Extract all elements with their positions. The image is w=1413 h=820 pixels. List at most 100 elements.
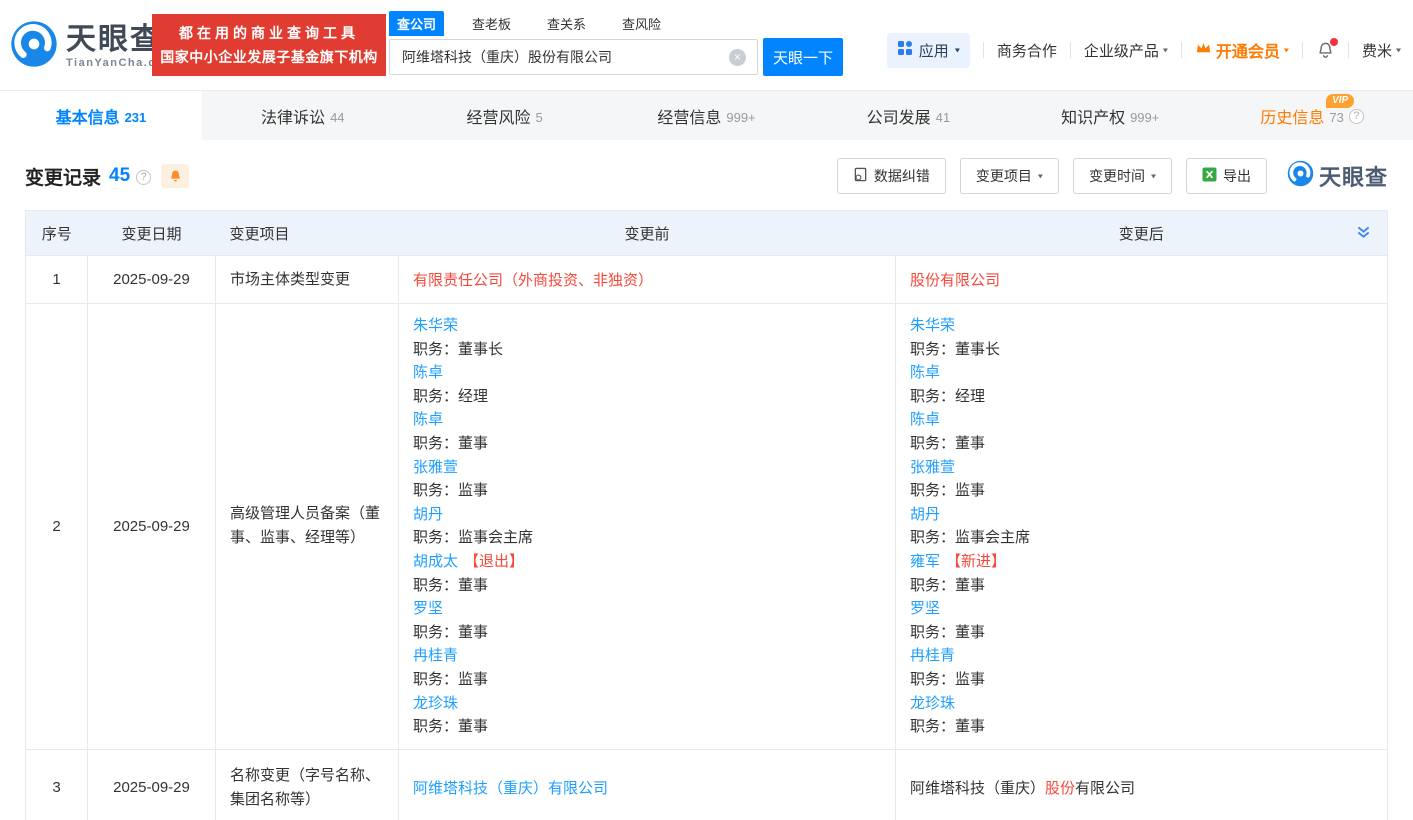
search-input[interactable] xyxy=(389,39,758,75)
nav-open-vip[interactable]: 开通会员 ▾ xyxy=(1195,38,1289,62)
person-role: 职务：董事 xyxy=(413,434,489,452)
tab-count: 41 xyxy=(935,109,951,125)
top-nav: 应用 ▾ 商务合作 企业级产品 ▾ 开通会员 ▾ 费米 ▾ xyxy=(886,32,1401,68)
tab-basic-info[interactable]: 基本信息 231 xyxy=(0,91,202,140)
person-role: 职务：监事会主席 xyxy=(910,529,1031,547)
search-tab-relation[interactable]: 查关系 xyxy=(539,11,594,36)
person-link[interactable]: 雍军 xyxy=(910,553,940,570)
person-link[interactable]: 朱华荣 xyxy=(910,317,955,334)
change-item-filter-button[interactable]: 变更项目 ▾ xyxy=(959,158,1059,194)
person-role: 职务：董事长 xyxy=(413,340,504,358)
crown-icon xyxy=(1195,40,1212,60)
data-correction-button[interactable]: 数据纠错 xyxy=(836,158,946,194)
tab-count: 999+ xyxy=(1130,109,1160,125)
person-role: 职务：董事 xyxy=(413,623,489,641)
tab-company-development[interactable]: 公司发展 41 xyxy=(807,91,1009,140)
person-role: 职务：监事 xyxy=(910,670,986,688)
change-text: 阿维塔科技（重庆） xyxy=(910,780,1046,798)
tianyancha-logo[interactable]: 天眼查 TianYanCha.com xyxy=(10,20,175,73)
person-link[interactable]: 龙珍珠 xyxy=(910,695,955,712)
table-header-row: 序号 变更日期 变更项目 变更前 变更后 xyxy=(25,210,1388,256)
change-time-label: 变更时间 xyxy=(1088,168,1145,184)
chevron-down-icon: ▾ xyxy=(1150,171,1156,181)
search-tab-company[interactable]: 查公司 xyxy=(389,11,445,36)
company-link[interactable]: 阿维塔科技（重庆）有限公司 xyxy=(413,780,608,797)
change-tag: 【新进】 xyxy=(946,552,1007,570)
change-after-cell: 股份有限公司 xyxy=(895,255,1388,304)
person-link[interactable]: 朱华荣 xyxy=(413,317,458,334)
row-number: 3 xyxy=(25,748,88,820)
apps-menu[interactable]: 应用 ▾ xyxy=(886,32,970,68)
slogan-banner: 都在用的商业查询工具 国家中小企业发展子基金旗下机构 xyxy=(152,14,386,76)
tab-label: 经营风险 xyxy=(466,109,531,127)
col-header-after: 变更后 xyxy=(895,210,1388,256)
table-row: 3 2025-09-29 名称变更（字号名称、集团名称等） 阿维塔科技（重庆）有限公司… xyxy=(25,748,1388,820)
tab-label: 基本信息 xyxy=(55,109,120,127)
change-after-cell: 阿维塔科技（重庆）股份有限公司 xyxy=(895,748,1388,820)
monitor-bell-button[interactable] xyxy=(161,164,190,188)
apps-grid-icon xyxy=(897,40,913,60)
person-link[interactable]: 冉桂青 xyxy=(910,647,955,664)
change-text: 有限责任公司（外商投资、非独资） xyxy=(413,272,654,289)
row-number: 1 xyxy=(25,255,88,304)
data-correction-label: 数据纠错 xyxy=(873,168,930,184)
person-link[interactable]: 罗坚 xyxy=(413,600,443,617)
person-link[interactable]: 张雅萱 xyxy=(413,459,458,476)
section-count: 45 xyxy=(109,165,131,186)
clear-input-icon[interactable]: × xyxy=(729,48,746,66)
search-tab-boss[interactable]: 查老板 xyxy=(464,11,519,36)
person-link[interactable]: 罗坚 xyxy=(910,600,940,617)
person-link[interactable]: 陈卓 xyxy=(413,411,443,428)
table-row: 1 2025-09-29 市场主体类型变更 有限责任公司（外商投资、非独资） 股份有限公… xyxy=(25,255,1388,304)
person-role: 职务：董事长 xyxy=(910,340,1001,358)
col-header-after-label: 变更后 xyxy=(1118,225,1164,243)
tab-intellectual-property[interactable]: 知识产权 999+ xyxy=(1009,91,1211,140)
person-link[interactable]: 张雅萱 xyxy=(910,459,955,476)
change-before-cell: 阿维塔科技（重庆）有限公司 xyxy=(398,748,896,820)
tab-history-info[interactable]: VIP 历史信息 73 ? xyxy=(1211,91,1413,140)
tab-count: 44 xyxy=(330,109,345,125)
chevron-down-icon: ▾ xyxy=(1283,45,1289,55)
person-link[interactable]: 陈卓 xyxy=(910,411,940,428)
tab-operation-info[interactable]: 经营信息 999+ xyxy=(606,91,808,140)
change-time-filter-button[interactable]: 变更时间 ▾ xyxy=(1072,158,1172,194)
export-button[interactable]: 导出 xyxy=(1185,158,1267,194)
collapse-all-icon[interactable] xyxy=(1356,225,1371,244)
search-tab-risk[interactable]: 查风险 xyxy=(614,11,669,36)
col-header-no: 序号 xyxy=(25,210,88,256)
person-link[interactable]: 胡丹 xyxy=(413,506,443,523)
help-icon[interactable]: ? xyxy=(136,169,152,185)
divider xyxy=(1180,42,1182,58)
nav-cooperation[interactable]: 商务合作 xyxy=(997,40,1057,61)
vip-badge: VIP xyxy=(1326,94,1355,108)
chevron-down-icon: ▾ xyxy=(954,45,960,55)
person-link[interactable]: 胡丹 xyxy=(910,506,940,523)
person-link[interactable]: 冉桂青 xyxy=(413,647,458,664)
tianyancha-watermark: 天眼查 xyxy=(1287,160,1388,192)
person-role: 职务：监事会主席 xyxy=(413,529,534,547)
change-item: 名称变更（字号名称、集团名称等） xyxy=(215,748,399,820)
username[interactable]: 费米 xyxy=(1362,40,1392,61)
tab-legal-proceedings[interactable]: 法律诉讼 44 xyxy=(202,91,404,140)
search-button[interactable]: 天眼一下 xyxy=(763,38,843,76)
notification-bell[interactable] xyxy=(1316,37,1338,60)
chevron-down-icon: ▾ xyxy=(1395,45,1401,55)
change-date: 2025-09-29 xyxy=(87,748,216,820)
person-link[interactable]: 胡成太 xyxy=(413,553,458,570)
notification-badge-dot xyxy=(1329,37,1338,46)
tab-operation-risk[interactable]: 经营风险 5 xyxy=(404,91,606,140)
person-role: 职务：董事 xyxy=(413,576,489,594)
tianyancha-watermark-icon xyxy=(1287,160,1314,192)
section-title: 变更记录 xyxy=(25,167,102,189)
person-link[interactable]: 陈卓 xyxy=(413,364,443,381)
person-link[interactable]: 陈卓 xyxy=(910,364,940,381)
person-role: 职务：董事 xyxy=(910,576,986,594)
nav-enterprise-product[interactable]: 企业级产品 ▾ xyxy=(1084,40,1168,61)
col-header-item: 变更项目 xyxy=(215,210,399,256)
document-correction-icon xyxy=(853,167,868,185)
change-tag: 【退出】 xyxy=(464,552,525,570)
person-link[interactable]: 龙珍珠 xyxy=(413,695,458,712)
open-vip-label: 开通会员 xyxy=(1215,44,1280,61)
help-icon[interactable]: ? xyxy=(1348,109,1364,124)
tab-count: 231 xyxy=(124,109,147,125)
